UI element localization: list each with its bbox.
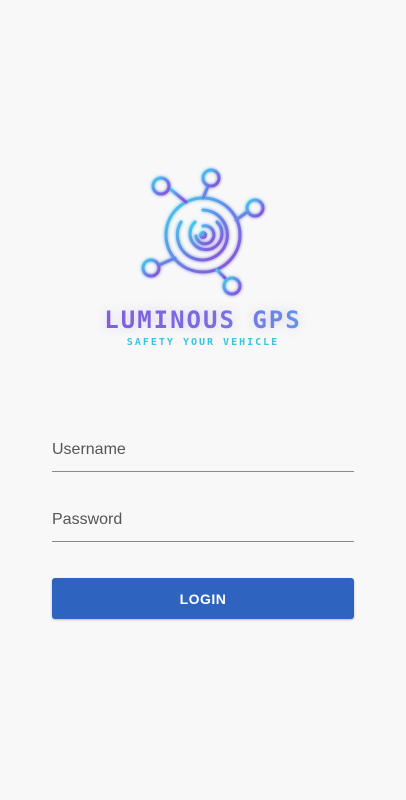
- password-input[interactable]: [52, 498, 354, 542]
- login-button[interactable]: LOGIN: [52, 578, 354, 619]
- username-input[interactable]: [52, 428, 354, 472]
- app-tagline: SAFETY YOUR VEHICLE: [126, 337, 280, 348]
- app-name: LUMINOUS GPS: [0, 306, 406, 334]
- login-screen: LUMINOUS GPS SAFETY YOUR VEHICLE LOGIN: [0, 0, 406, 800]
- logo: LUMINOUS GPS SAFETY YOUR VEHICLE: [0, 160, 406, 360]
- password-field: [52, 498, 354, 548]
- logo-mark-icon: [141, 168, 265, 296]
- username-field: [52, 428, 354, 478]
